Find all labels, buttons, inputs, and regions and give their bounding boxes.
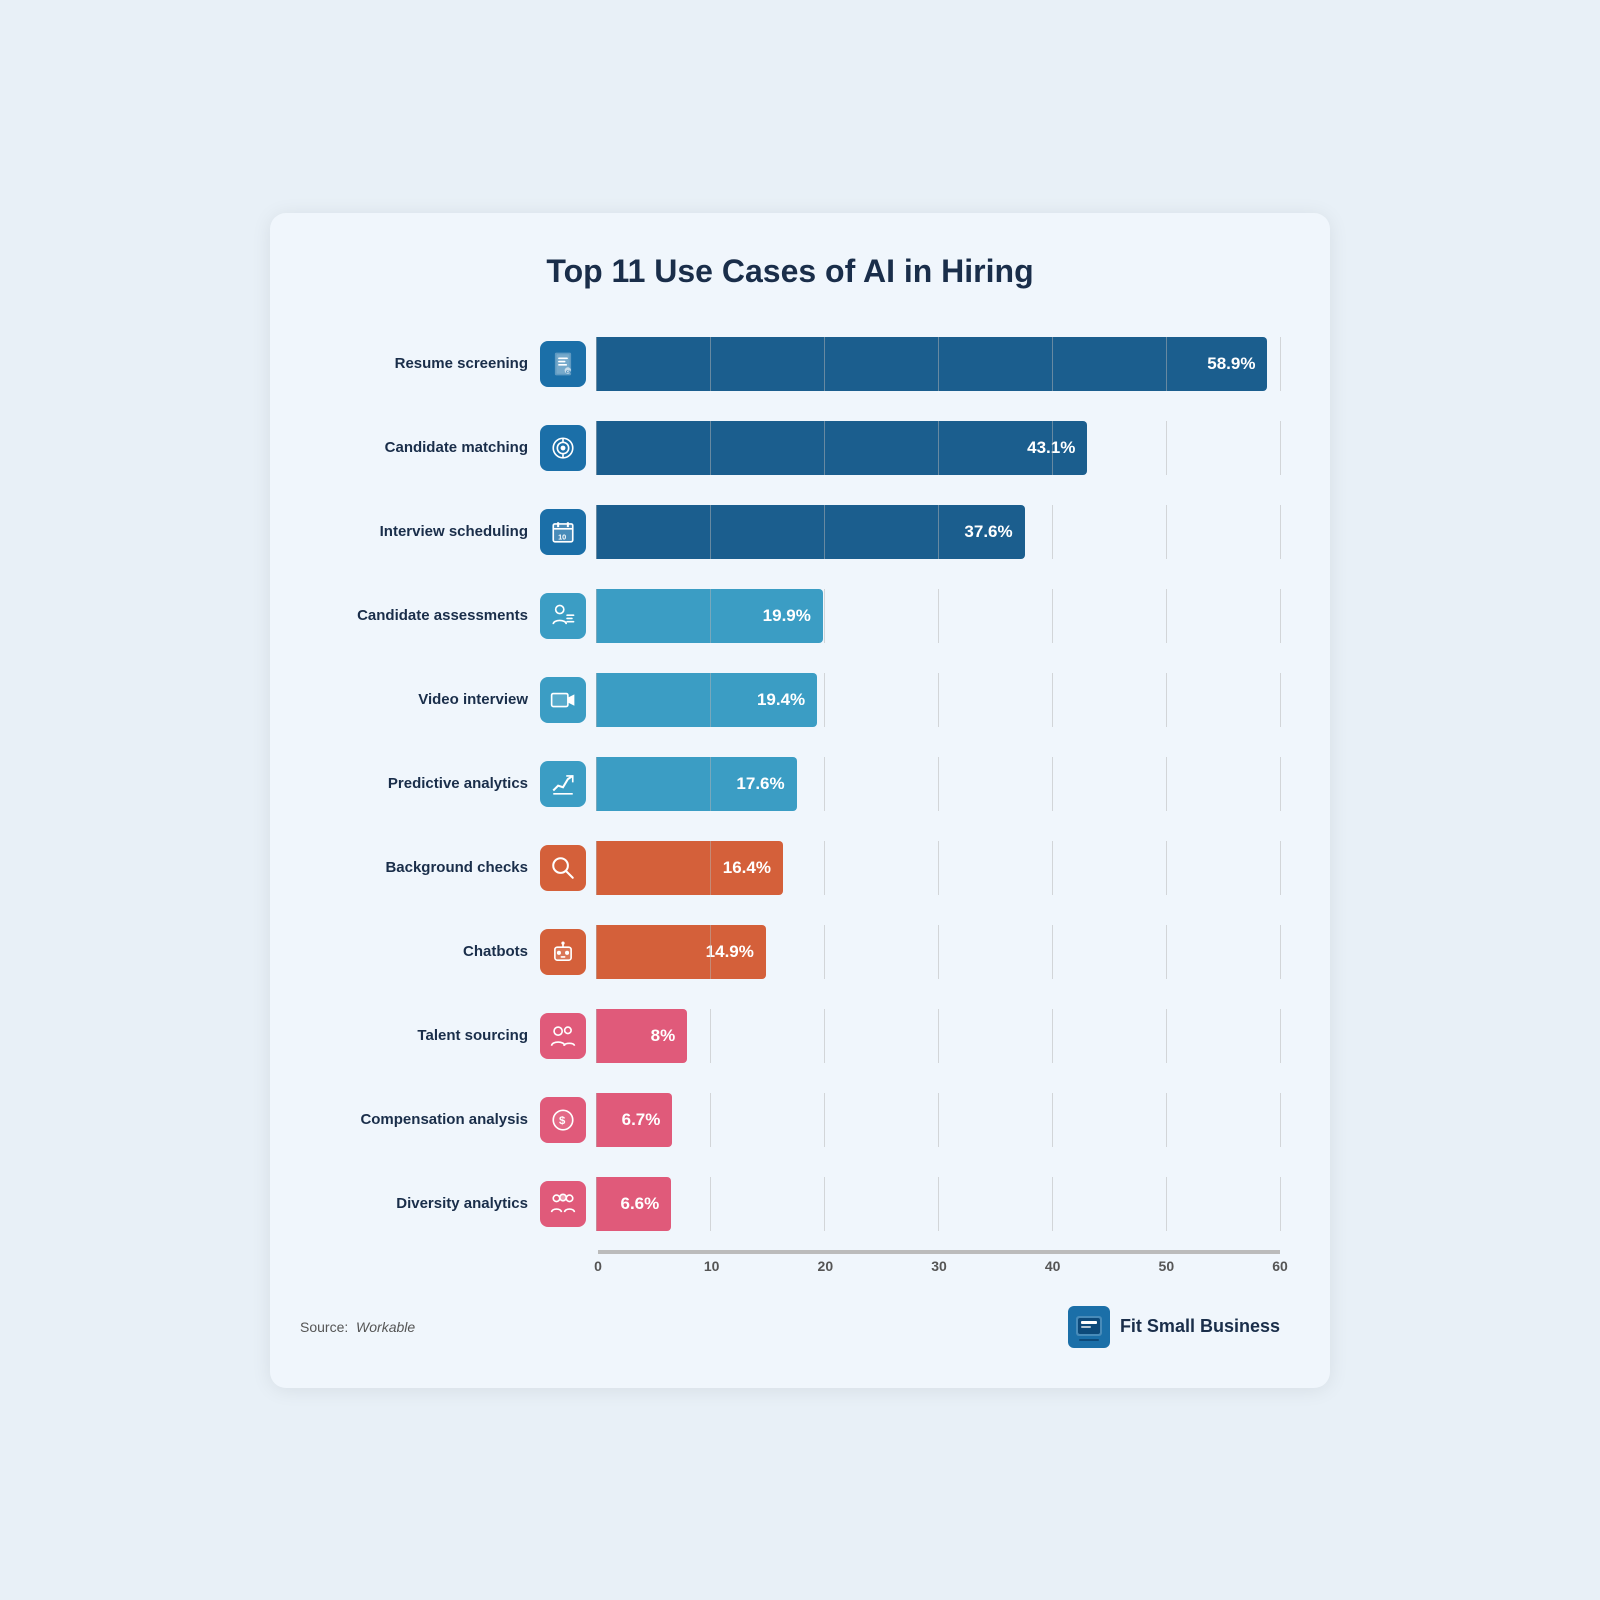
x-axis-line: [598, 1252, 1280, 1254]
bar-value: 19.9%: [763, 606, 811, 626]
bar-track: 37.6%: [596, 505, 1280, 559]
x-axis-tick-label: 20: [818, 1258, 834, 1274]
chart-container: Top 11 Use Cases of AI in Hiring Resume …: [270, 213, 1330, 1388]
bar-fill: 17.6%: [596, 757, 797, 811]
bar-fill: 58.9%: [596, 337, 1267, 391]
bar-value: 43.1%: [1027, 438, 1075, 458]
bar-fill: 37.6%: [596, 505, 1025, 559]
bar-fill: 19.4%: [596, 673, 817, 727]
bar-value: 14.9%: [706, 942, 754, 962]
bars-wrapper: Resume screening CV 58.9% Candidate matc…: [300, 326, 1280, 1282]
bar-fill: 8%: [596, 1009, 687, 1063]
x-axis: 0102030405060: [598, 1258, 1280, 1282]
bar-icon: [540, 761, 586, 807]
bar-value: 37.6%: [964, 522, 1012, 542]
bar-fill: 6.7%: [596, 1093, 672, 1147]
bar-track: 43.1%: [596, 421, 1280, 475]
bar-track: 19.9%: [596, 589, 1280, 643]
bar-row: Compensation analysis $ 6.7%: [300, 1082, 1280, 1158]
bar-row: Background checks 16.4%: [300, 830, 1280, 906]
svg-text:10: 10: [558, 532, 566, 541]
bar-fill: 43.1%: [596, 421, 1087, 475]
bar-value: 17.6%: [736, 774, 784, 794]
bar-label-text: Candidate matching: [300, 439, 540, 457]
bar-value: 16.4%: [723, 858, 771, 878]
x-axis-tick-label: 0: [594, 1258, 602, 1274]
bars-container: Resume screening CV 58.9% Candidate matc…: [300, 326, 1280, 1242]
bar-track: 17.6%: [596, 757, 1280, 811]
bar-track: 6.7%: [596, 1093, 1280, 1147]
bar-row: Candidate matching 43.1%: [300, 410, 1280, 486]
bar-label-text: Diversity analytics: [300, 1195, 540, 1213]
bar-icon: [540, 425, 586, 471]
source-label: Source:: [300, 1319, 348, 1335]
source: Source: Workable: [300, 1319, 415, 1335]
bar-track: 14.9%: [596, 925, 1280, 979]
bar-label-text: Video interview: [300, 691, 540, 709]
bar-fill: 16.4%: [596, 841, 783, 895]
x-axis-tick-label: 10: [704, 1258, 720, 1274]
bar-label-text: Candidate assessments: [300, 607, 540, 625]
brand-name: Fit Small Business: [1120, 1316, 1280, 1338]
bar-value: 19.4%: [757, 690, 805, 710]
bar-row: Chatbots 14.9%: [300, 914, 1280, 990]
brand: Fit Small Business: [1068, 1306, 1280, 1348]
bar-value: 6.7%: [622, 1110, 661, 1130]
brand-logo-icon: [1068, 1306, 1110, 1348]
bar-fill: 14.9%: [596, 925, 766, 979]
bar-row: Resume screening CV 58.9%: [300, 326, 1280, 402]
bar-value: 6.6%: [620, 1194, 659, 1214]
bar-value: 8%: [651, 1026, 676, 1046]
bar-row: Interview scheduling 10 37.6%: [300, 494, 1280, 570]
svg-text:CV: CV: [566, 368, 572, 373]
bar-label-text: Background checks: [300, 859, 540, 877]
bar-value: 58.9%: [1207, 354, 1255, 374]
bar-label-text: Chatbots: [300, 943, 540, 961]
bar-label-text: Compensation analysis: [300, 1111, 540, 1129]
bar-icon: [540, 677, 586, 723]
x-axis-tick-label: 60: [1272, 1258, 1288, 1274]
bar-icon: [540, 1013, 586, 1059]
bar-icon: $: [540, 1097, 586, 1143]
bar-fill: 19.9%: [596, 589, 823, 643]
bar-row: Predictive analytics 17.6%: [300, 746, 1280, 822]
bar-row: Diversity analytics 6.6%: [300, 1166, 1280, 1242]
bar-track: 16.4%: [596, 841, 1280, 895]
bar-icon: 10: [540, 509, 586, 555]
bar-icon: [540, 1181, 586, 1227]
x-axis-tick-label: 30: [931, 1258, 947, 1274]
x-axis-tick-label: 50: [1159, 1258, 1175, 1274]
bar-label-text: Predictive analytics: [300, 775, 540, 793]
bar-track: 6.6%: [596, 1177, 1280, 1231]
bar-row: Talent sourcing 8%: [300, 998, 1280, 1074]
bar-fill: 6.6%: [596, 1177, 671, 1231]
bar-icon: [540, 593, 586, 639]
bar-track: 8%: [596, 1009, 1280, 1063]
bar-icon: CV: [540, 341, 586, 387]
chart-title: Top 11 Use Cases of AI in Hiring: [300, 253, 1280, 290]
x-axis-tick-label: 40: [1045, 1258, 1061, 1274]
bar-track: 58.9%: [596, 337, 1280, 391]
bar-label-text: Resume screening: [300, 355, 540, 373]
footer: Source: Workable Fit Small Business: [300, 1300, 1280, 1348]
bar-row: Candidate assessments 19.9%: [300, 578, 1280, 654]
bar-label-text: Interview scheduling: [300, 523, 540, 541]
bar-track: 19.4%: [596, 673, 1280, 727]
source-value: Workable: [356, 1319, 415, 1335]
svg-text:$: $: [559, 1115, 566, 1127]
bar-icon: [540, 929, 586, 975]
bar-row: Video interview 19.4%: [300, 662, 1280, 738]
bar-label-text: Talent sourcing: [300, 1027, 540, 1045]
bar-icon: [540, 845, 586, 891]
